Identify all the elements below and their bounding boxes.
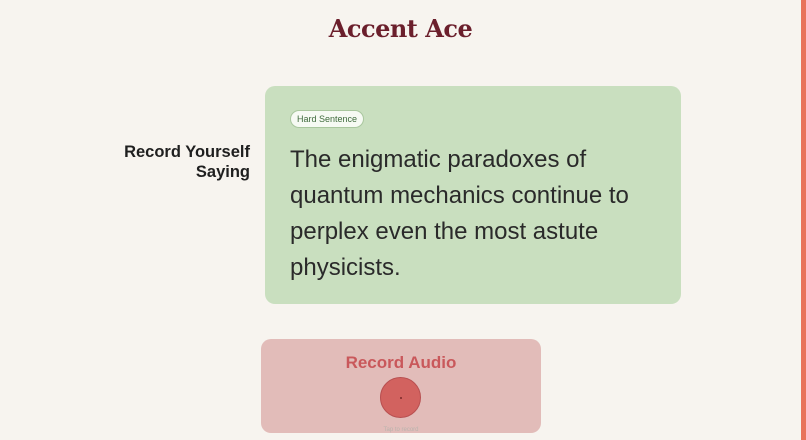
record-title: Record Audio: [345, 353, 457, 372]
sentence-text: The enigmatic paradoxes of quantum mecha…: [290, 146, 629, 281]
app-title: Accent Ace: [328, 14, 473, 43]
prompt-label: Record Yourself Saying: [124, 143, 250, 181]
microphone-icon: [399, 396, 402, 399]
record-hint: Tap to record: [383, 427, 419, 433]
record-button[interactable]: [380, 377, 421, 418]
record-panel: Record Audio: [261, 339, 541, 433]
difficulty-badge: Hard Sentence: [290, 110, 365, 128]
right-edge-accent: [801, 0, 806, 440]
sentence-card: Hard Sentence The enigmatic paradoxes of…: [265, 86, 681, 304]
